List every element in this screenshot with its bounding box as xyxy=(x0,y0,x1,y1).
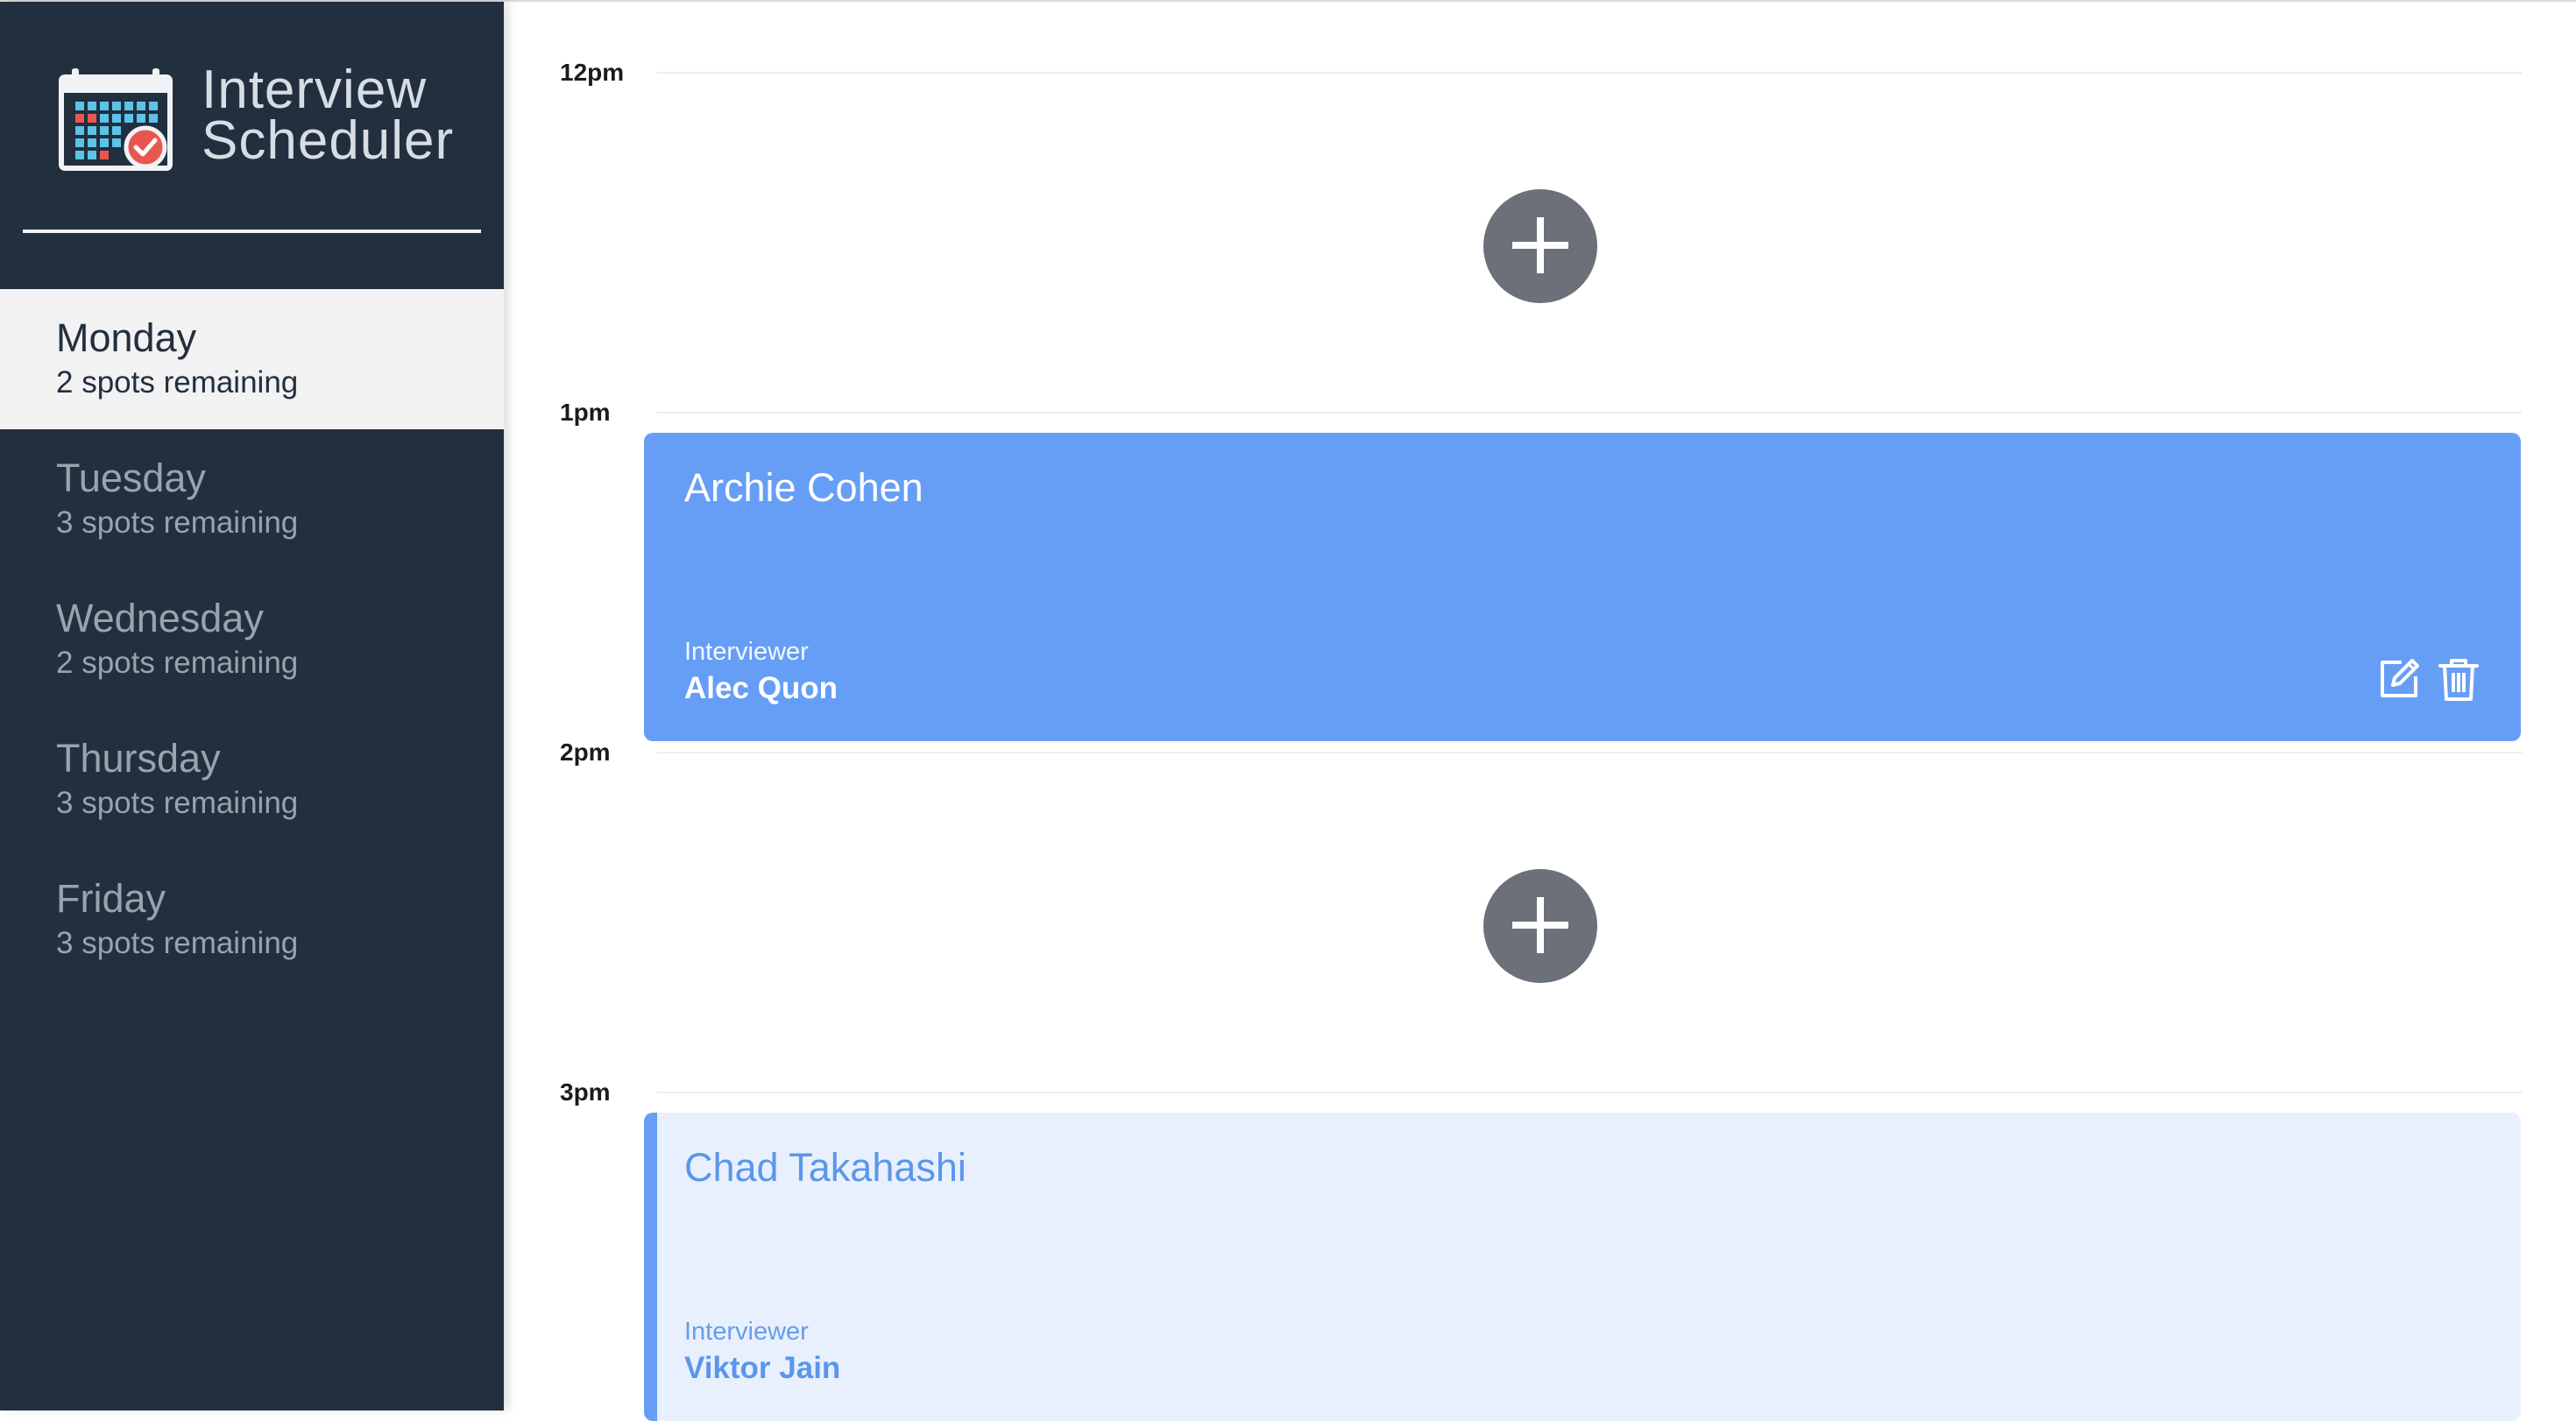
slot-divider xyxy=(657,1092,2522,1093)
calendar-check-icon xyxy=(59,68,173,171)
interviewer-label: Interviewer xyxy=(684,1318,809,1346)
day-spots: 3 spots remaining xyxy=(56,505,299,540)
student-name: Archie Cohen xyxy=(684,465,924,510)
plus-icon[interactable] xyxy=(1483,869,1597,983)
day-spots: 2 spots remaining xyxy=(56,365,299,399)
day-item-friday[interactable]: Friday 3 spots remaining xyxy=(0,850,504,990)
slot-1pm: 1pm Archie Cohen Interviewer Alec Quon xyxy=(504,342,2576,741)
day-item-tuesday[interactable]: Tuesday 3 spots remaining xyxy=(0,429,504,569)
day-spots: 3 spots remaining xyxy=(56,786,299,820)
day-item-thursday[interactable]: Thursday 3 spots remaining xyxy=(0,710,504,850)
day-name: Tuesday xyxy=(56,456,206,500)
app-title-line1: Interview xyxy=(202,60,428,120)
day-name: Monday xyxy=(56,315,197,360)
day-item-monday[interactable]: Monday 2 spots remaining xyxy=(0,289,504,429)
time-label: 12pm xyxy=(560,59,625,86)
slot-divider xyxy=(657,752,2522,753)
plus-icon[interactable] xyxy=(1483,189,1597,303)
app-title: Interview Scheduler xyxy=(202,60,455,171)
student-name: Chad Takahashi xyxy=(684,1145,966,1190)
slot-divider xyxy=(657,72,2522,74)
slot-3pm: 3pm Chad Takahashi Interviewer Viktor Ja… xyxy=(504,1022,2576,1421)
slot-12pm: 12pm xyxy=(504,2,2576,342)
day-spots: 3 spots remaining xyxy=(56,926,299,960)
interviewer-label: Interviewer xyxy=(684,638,809,666)
interviewer-name: Viktor Jain xyxy=(684,1351,841,1385)
appointment-card: Chad Takahashi Interviewer Viktor Jain xyxy=(644,1113,2521,1421)
sidebar-divider xyxy=(23,230,481,233)
day-list: Monday 2 spots remaining Tuesday 3 spots… xyxy=(0,289,504,990)
time-label: 1pm xyxy=(560,399,611,426)
time-label: 3pm xyxy=(560,1078,611,1106)
schedule: 12pm 1pm Archie Cohen Interviewer Alec Q… xyxy=(504,2,2576,1421)
sidebar: Interview Scheduler Monday 2 spots remai… xyxy=(0,2,504,1410)
app-title-line2: Scheduler xyxy=(202,110,455,171)
day-spots: 2 spots remaining xyxy=(56,646,299,680)
day-name: Friday xyxy=(56,876,166,921)
day-item-wednesday[interactable]: Wednesday 2 spots remaining xyxy=(0,569,504,710)
time-label: 2pm xyxy=(560,739,611,766)
day-name: Thursday xyxy=(56,736,221,781)
slot-2pm: 2pm xyxy=(504,682,2576,1022)
slot-divider xyxy=(657,412,2522,414)
day-name: Wednesday xyxy=(56,596,264,640)
